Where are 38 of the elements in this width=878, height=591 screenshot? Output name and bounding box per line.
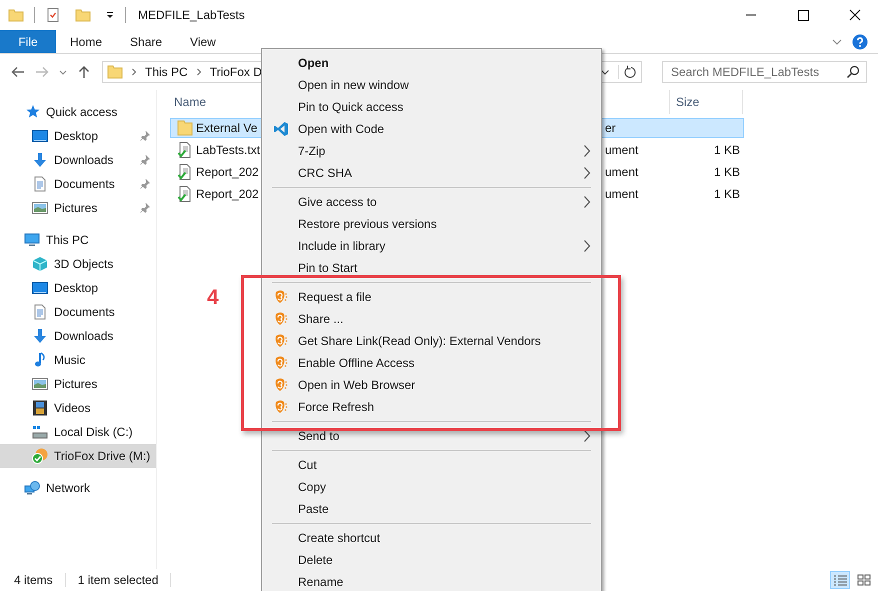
menu-item-label: Include in library — [298, 239, 386, 253]
menu-item-label: 7-Zip — [298, 144, 326, 158]
file-type: ument — [605, 187, 638, 201]
file-size: 1 KB — [714, 143, 740, 157]
file-name: LabTests.txt — [196, 143, 260, 157]
menu-item-label: Pin to Quick access — [298, 100, 404, 114]
item-count: 4 items — [14, 573, 53, 587]
menu-item-label: Create shortcut — [298, 531, 380, 545]
window-title: MEDFILE_LabTests — [138, 8, 245, 22]
menu-item-label: Cut — [298, 458, 317, 472]
menu-item-label: Enable Offline Access — [298, 356, 415, 370]
menu-item-label: Give access to — [298, 195, 377, 209]
file-size: 1 KB — [714, 165, 740, 179]
selection-count: 1 item selected — [78, 573, 158, 587]
menu-item-label: Send to — [298, 429, 340, 443]
menu-item-label: Share ... — [298, 312, 344, 326]
file-type: er — [605, 121, 616, 135]
step-number: 4 — [207, 286, 219, 310]
file-type: ument — [605, 165, 638, 179]
menu-item-label: Pin to Start — [298, 261, 358, 275]
file-size: 1 KB — [714, 187, 740, 201]
menu-item-label: Paste — [298, 502, 329, 516]
menu-item-label: Open — [298, 56, 329, 70]
file-name: Report_202 — [196, 187, 259, 201]
menu-item-label: Restore previous versions — [298, 217, 437, 231]
menu-item-label: Open in Web Browser — [298, 378, 416, 392]
menu-item-label: Delete — [298, 553, 333, 567]
menu-item-label: Get Share Link(Read Only): External Vendors — [298, 334, 541, 348]
menu-item-label: Force Refresh — [298, 400, 374, 414]
menu-item-label: Request a file — [298, 290, 372, 304]
file-type: ument — [605, 143, 638, 157]
file-name: External Ve — [196, 121, 258, 135]
menu-item-label: Copy — [298, 480, 326, 494]
menu-item-label: Open in new window — [298, 78, 409, 92]
menu-item-label: CRC SHA — [298, 166, 352, 180]
menu-item-label: Rename — [298, 575, 344, 589]
menu-item-label: Open with Code — [298, 122, 384, 136]
file-name: Report_202 — [196, 165, 259, 179]
